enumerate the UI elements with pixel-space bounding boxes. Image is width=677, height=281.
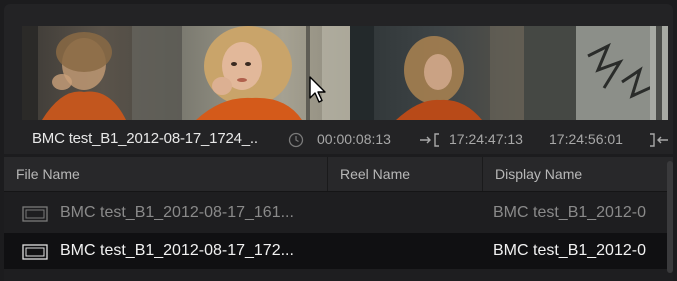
vertical-scrollbar[interactable] — [667, 161, 673, 273]
media-list-table: File Name Reel Name Display Name BMC tes… — [4, 157, 673, 281]
column-header-reel-name[interactable]: Reel Name — [327, 157, 482, 191]
media-pool-window: BMC test_B1_2012-08-17_1724_.. 00:00:08:… — [0, 0, 677, 281]
video-clip-icon — [22, 244, 48, 260]
out-timecode: 17:24:56:01 — [549, 131, 623, 147]
clip-info-bar: BMC test_B1_2012-08-17_1724_.. 00:00:08:… — [4, 126, 673, 152]
in-timecode: 17:24:47:13 — [449, 131, 523, 147]
clip-preview-panel: BMC test_B1_2012-08-17_1724_.. 00:00:08:… — [4, 4, 673, 154]
file-name-cell: BMC test_B1_2012-08-17_161... — [60, 204, 294, 221]
filmstrip-thumbnail — [350, 26, 524, 120]
table-row[interactable]: BMC test_B1_2012-08-17_161... BMC test_B… — [4, 195, 673, 231]
filmstrip-thumbnail — [524, 26, 668, 120]
table-header: File Name Reel Name Display Name — [4, 157, 673, 192]
in-point-icon — [420, 133, 439, 147]
mouse-pointer-icon — [309, 76, 326, 103]
table-row[interactable]: BMC test_B1_2012-08-17_172... BMC test_B… — [4, 233, 673, 269]
file-name-cell: BMC test_B1_2012-08-17_172... — [60, 242, 294, 259]
clip-name: BMC test_B1_2012-08-17_1724_.. — [32, 130, 258, 147]
filmstrip-thumbnail — [22, 26, 182, 120]
clock-icon — [288, 132, 304, 148]
display-name-cell: BMC test_B1_2012-0 — [493, 242, 646, 259]
column-header-file-name[interactable]: File Name — [4, 157, 327, 191]
video-clip-icon — [22, 206, 48, 222]
display-name-cell: BMC test_B1_2012-0 — [493, 204, 646, 221]
clip-filmstrip[interactable] — [22, 26, 668, 120]
filmstrip-thumbnail — [182, 26, 350, 120]
out-point-icon — [650, 133, 668, 147]
clip-duration: 00:00:08:13 — [317, 131, 391, 147]
column-header-display-name[interactable]: Display Name — [482, 157, 673, 191]
